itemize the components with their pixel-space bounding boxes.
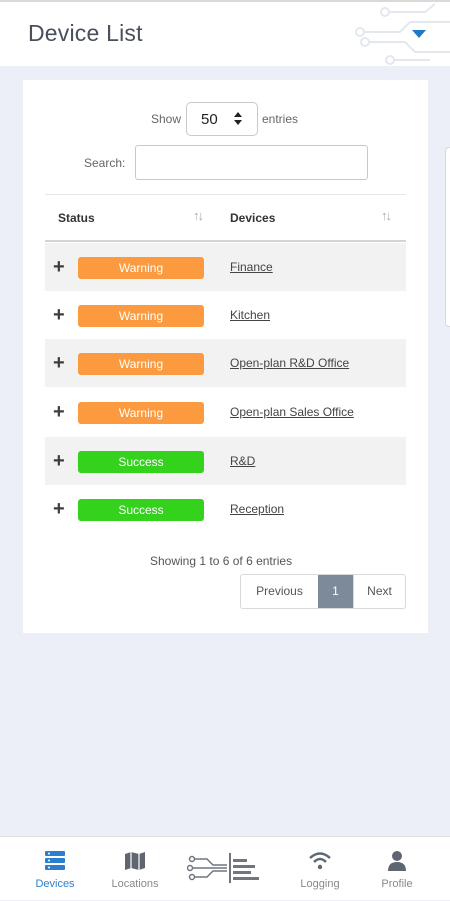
- device-link[interactable]: Finance: [230, 260, 273, 274]
- status-badge: Warning: [78, 305, 204, 327]
- sort-icon[interactable]: ↑↓: [193, 208, 204, 223]
- expand-row-icon[interactable]: +: [53, 402, 65, 422]
- entries-control: Show 50 entries: [0, 102, 450, 138]
- circuit-decoration-icon: [355, 3, 450, 65]
- nav-label: Locations: [111, 878, 159, 890]
- nav-label: Logging: [300, 878, 340, 890]
- pagination: Previous 1 Next: [240, 574, 406, 609]
- table-header-divider: [45, 240, 406, 242]
- status-badge: Warning: [78, 257, 204, 279]
- table-row: + Success R&D: [45, 437, 406, 485]
- side-panel-edge: [445, 147, 450, 327]
- status-badge: Success: [78, 451, 204, 473]
- map-icon: [125, 852, 145, 870]
- nav-label: Devices: [35, 878, 75, 890]
- status-badge: Success: [78, 499, 204, 521]
- table-row: + Warning Kitchen: [45, 291, 406, 339]
- device-link[interactable]: Open-plan Sales Office: [230, 405, 354, 419]
- expand-row-icon[interactable]: +: [53, 353, 65, 373]
- user-icon: [388, 851, 406, 871]
- previous-page-button[interactable]: Previous: [241, 575, 318, 608]
- nav-profile[interactable]: Profile: [367, 837, 427, 901]
- status-badge: Warning: [78, 353, 204, 375]
- devices-icon: [45, 851, 65, 870]
- device-link[interactable]: Kitchen: [230, 308, 270, 322]
- table-header: Status ↑↓ Devices ↑↓: [45, 196, 406, 240]
- nav-logging[interactable]: Logging: [290, 837, 350, 901]
- page-1-button[interactable]: 1: [318, 575, 353, 608]
- table-info: Showing 1 to 6 of 6 entries: [150, 554, 293, 568]
- caret-down-icon[interactable]: [412, 30, 426, 38]
- table-row: + Warning Open-plan Sales Office: [45, 388, 406, 436]
- device-link[interactable]: Reception: [230, 502, 284, 516]
- next-page-button[interactable]: Next: [353, 575, 405, 608]
- nav-locations[interactable]: Locations: [105, 837, 165, 901]
- wifi-icon: [309, 852, 331, 870]
- nav-devices[interactable]: Devices: [25, 837, 85, 901]
- table-divider: [45, 194, 406, 195]
- table-row: + Warning Open-plan R&D Office: [45, 339, 406, 387]
- entries-label: entries: [262, 112, 299, 126]
- page-title: Device List: [28, 20, 143, 46]
- device-link[interactable]: Open-plan R&D Office: [230, 356, 349, 370]
- expand-row-icon[interactable]: +: [53, 257, 65, 277]
- nav-label: Profile: [381, 878, 413, 890]
- show-label: Show: [151, 112, 182, 126]
- status-badge: Warning: [78, 402, 204, 424]
- entries-select[interactable]: 50: [186, 102, 258, 136]
- sort-icon[interactable]: ↑↓: [381, 208, 392, 223]
- sort-arrows-icon: [234, 112, 244, 128]
- circuit-logo-icon: [187, 853, 259, 883]
- device-link[interactable]: R&D: [230, 454, 255, 468]
- table-row: + Success Reception: [45, 485, 406, 533]
- expand-row-icon[interactable]: +: [53, 499, 65, 519]
- bottom-navigation: Devices Locations Logging Profile: [0, 836, 450, 900]
- column-header-status[interactable]: Status: [58, 211, 95, 225]
- nav-home-logo[interactable]: [185, 837, 265, 901]
- search-input[interactable]: [135, 145, 368, 180]
- expand-row-icon[interactable]: +: [53, 451, 65, 471]
- expand-row-icon[interactable]: +: [53, 305, 65, 325]
- entries-value: 50: [201, 111, 218, 128]
- table-row: + Warning Finance: [45, 243, 406, 291]
- app-header: Device List: [0, 0, 450, 66]
- search-label: Search:: [84, 156, 126, 170]
- column-header-devices[interactable]: Devices: [230, 211, 275, 225]
